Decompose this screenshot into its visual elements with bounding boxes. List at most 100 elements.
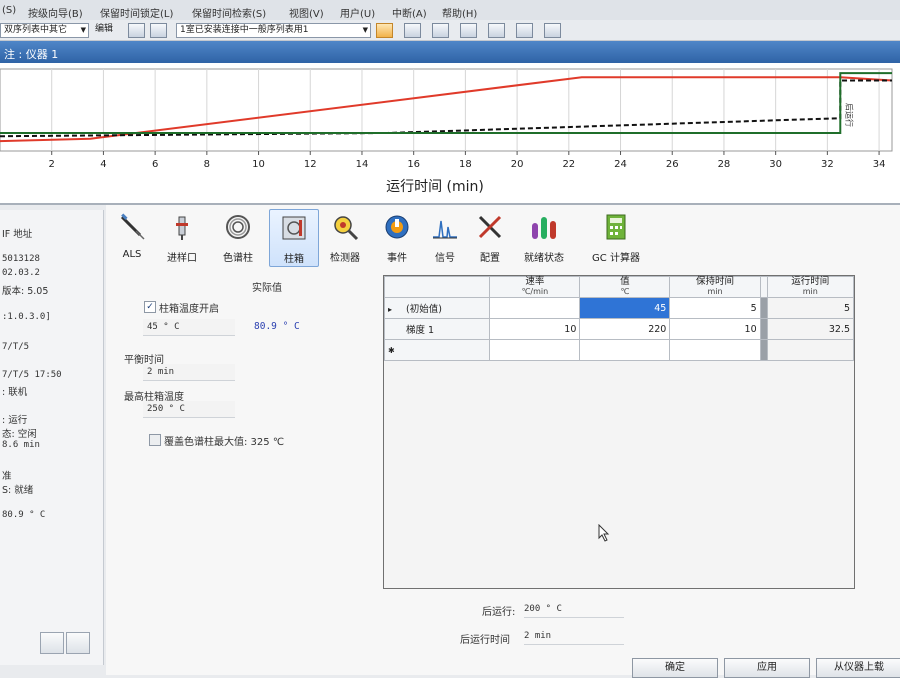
ok-button[interactable]: 确定	[632, 658, 718, 678]
x-tick-label: 14	[356, 159, 369, 170]
cell-value[interactable]	[579, 339, 671, 361]
equil-time-field[interactable]: 2 min	[143, 364, 235, 381]
oven-profile-chart: 2 4 6 8 10 12 14 16 18 20 22 24 26 28 30 32 34 后运行 运行时间 (m…	[0, 63, 900, 205]
menu-item-rt-lock[interactable]: 保留时间锁定(L)	[100, 5, 173, 20]
toolbar: 双序列表中其它 ▼ 编辑 1室已安装连接中一般序列表用1 ▼	[0, 20, 900, 41]
tool-oven[interactable]: 柱箱	[269, 209, 319, 267]
table-row: ▸ (初始值) 45 5 5	[383, 297, 855, 319]
menu-item-help[interactable]: 帮助(H)	[442, 5, 477, 20]
open-icon[interactable]	[128, 23, 145, 38]
layout-method-icon[interactable]	[376, 23, 393, 38]
x-tick-label: 30	[769, 159, 782, 170]
cell-hold[interactable]: 10	[669, 318, 761, 340]
instrument-status-panel: IF 地址 5013128 02.03.2 版本: 5.05 :1.0.3.0]…	[0, 210, 104, 665]
config-tools-icon	[478, 215, 502, 239]
print-icon[interactable]	[516, 23, 533, 38]
status-connection: : 联机	[2, 387, 28, 398]
row-label-new[interactable]: ✱	[383, 339, 491, 361]
max-oven-temp-field[interactable]: 250 ° C	[143, 401, 235, 418]
override-max-checkbox[interactable]	[149, 434, 161, 446]
status-state: 态: 空闲	[2, 429, 37, 440]
stop-icon[interactable]	[460, 23, 477, 38]
cell-hold[interactable]	[669, 339, 761, 361]
x-tick-label: 2	[49, 159, 55, 170]
table-corner	[383, 276, 491, 298]
new-row-icon: ✱	[388, 345, 395, 355]
cell-rate[interactable]: 10	[489, 318, 581, 340]
x-tick-label: 16	[407, 159, 420, 170]
calculator-icon	[606, 214, 626, 240]
status-version: 版本: 5.05	[2, 286, 49, 297]
cell-rate[interactable]	[489, 339, 581, 361]
syringe-icon	[120, 213, 145, 240]
status-ready-label: 准	[2, 471, 12, 482]
cell-value[interactable]: 220	[579, 318, 671, 340]
sequence-combo[interactable]: 双序列表中其它 ▼	[0, 23, 89, 38]
tool-icon[interactable]	[544, 23, 561, 38]
actual-value-heading: 实际值	[252, 283, 282, 294]
oven-setpoint-field[interactable]: 45 ° C	[143, 319, 235, 336]
layout-seq-icon[interactable]	[432, 23, 449, 38]
column-separator	[759, 318, 768, 340]
tool-column[interactable]: 色谱柱	[214, 209, 262, 265]
oven-settings: 实际值 ✓ 柱箱温度开启 45 ° C 80.9 ° C 平衡时间 2 min …	[106, 275, 376, 595]
post-run-time-field[interactable]: 2 min	[524, 629, 624, 645]
status-serial: 5013128	[2, 254, 40, 264]
detector-icon	[334, 216, 359, 241]
oven-icon	[282, 216, 306, 240]
readiness-icon	[532, 217, 556, 239]
tool-inlet[interactable]: 进样口	[158, 209, 206, 265]
menu-item[interactable]: (S)	[2, 5, 16, 16]
cell-runtime	[766, 339, 855, 361]
method-combo[interactable]: 1室已安装连接中一般序列表用1 ▼	[176, 23, 371, 38]
status-ready: S: 就绪	[2, 485, 34, 496]
tool-events[interactable]: 事件	[373, 209, 421, 265]
status-ip-label: IF 地址	[2, 229, 33, 240]
menu-item-view[interactable]: 视图(V)	[289, 5, 324, 20]
row-pointer-icon: ▸	[388, 305, 393, 314]
menu-item-user[interactable]: 用户(U)	[340, 5, 375, 20]
x-tick-label: 26	[666, 159, 679, 170]
table-header-row: 速率 ℃/min 值 ℃ 保持时间 min 运行时间 min	[383, 276, 855, 298]
tool-als[interactable]: ALS	[108, 209, 156, 265]
post-run-annotation: 后运行	[844, 103, 854, 127]
col-hold-header: 保持时间 min	[669, 276, 761, 298]
tool-config[interactable]: 配置	[466, 209, 514, 265]
window-titlebar: 注 : 仪器 1	[0, 41, 900, 63]
col-value-header: 值 ℃	[579, 276, 671, 298]
tool-signal[interactable]: 信号	[421, 209, 469, 265]
menu-item-rt-search[interactable]: 保留时间检索(S)	[192, 5, 266, 20]
upload-from-instrument-button[interactable]: 从仪器上载	[816, 658, 900, 678]
row-label-initial[interactable]: ▸ (初始值)	[383, 297, 491, 319]
chevron-down-icon: ▼	[80, 26, 86, 34]
table-row: 梯度 1 10 220 10 32.5	[383, 318, 855, 340]
oven-enable-checkbox[interactable]: ✓	[144, 301, 156, 313]
status-oven-temp: 80.9 ° C	[2, 510, 46, 520]
panel-edit-icon[interactable]	[66, 632, 90, 654]
status-date: 7/T/5	[2, 342, 30, 352]
status-time: 8.6 min	[2, 440, 40, 450]
cell-runtime: 32.5	[766, 318, 855, 340]
row-label-ramp1[interactable]: 梯度 1	[383, 318, 491, 340]
column-separator	[759, 339, 768, 361]
cell-rate[interactable]	[489, 297, 581, 319]
col-runtime-header: 运行时间 min	[766, 276, 855, 298]
report-icon[interactable]	[488, 23, 505, 38]
post-run-time-label: 后运行时间	[460, 635, 510, 646]
tool-readiness[interactable]: 就绪状态	[520, 209, 568, 265]
cell-runtime: 5	[766, 297, 855, 319]
panel-config-icon[interactable]	[40, 632, 64, 654]
tool-gc-calculator[interactable]: GC 计算器	[584, 209, 648, 265]
menu-item-wizard[interactable]: 按级向导(B)	[28, 5, 83, 20]
cell-hold[interactable]: 5	[669, 297, 761, 319]
post-run-temp-field[interactable]: 200 ° C	[524, 602, 624, 618]
cell-value-selected[interactable]: 45	[579, 297, 671, 319]
layout-run-icon[interactable]	[404, 23, 421, 38]
tool-detector[interactable]: 检测器	[321, 209, 369, 265]
apply-button[interactable]: 应用	[724, 658, 810, 678]
override-max-label: 覆盖色谱柱最大值: 325 ℃	[164, 437, 285, 448]
save-icon[interactable]	[150, 23, 167, 38]
menu-item-abort[interactable]: 中断(A)	[392, 5, 427, 20]
x-tick-label: 8	[204, 159, 210, 170]
edit-label: 编辑	[95, 24, 114, 34]
